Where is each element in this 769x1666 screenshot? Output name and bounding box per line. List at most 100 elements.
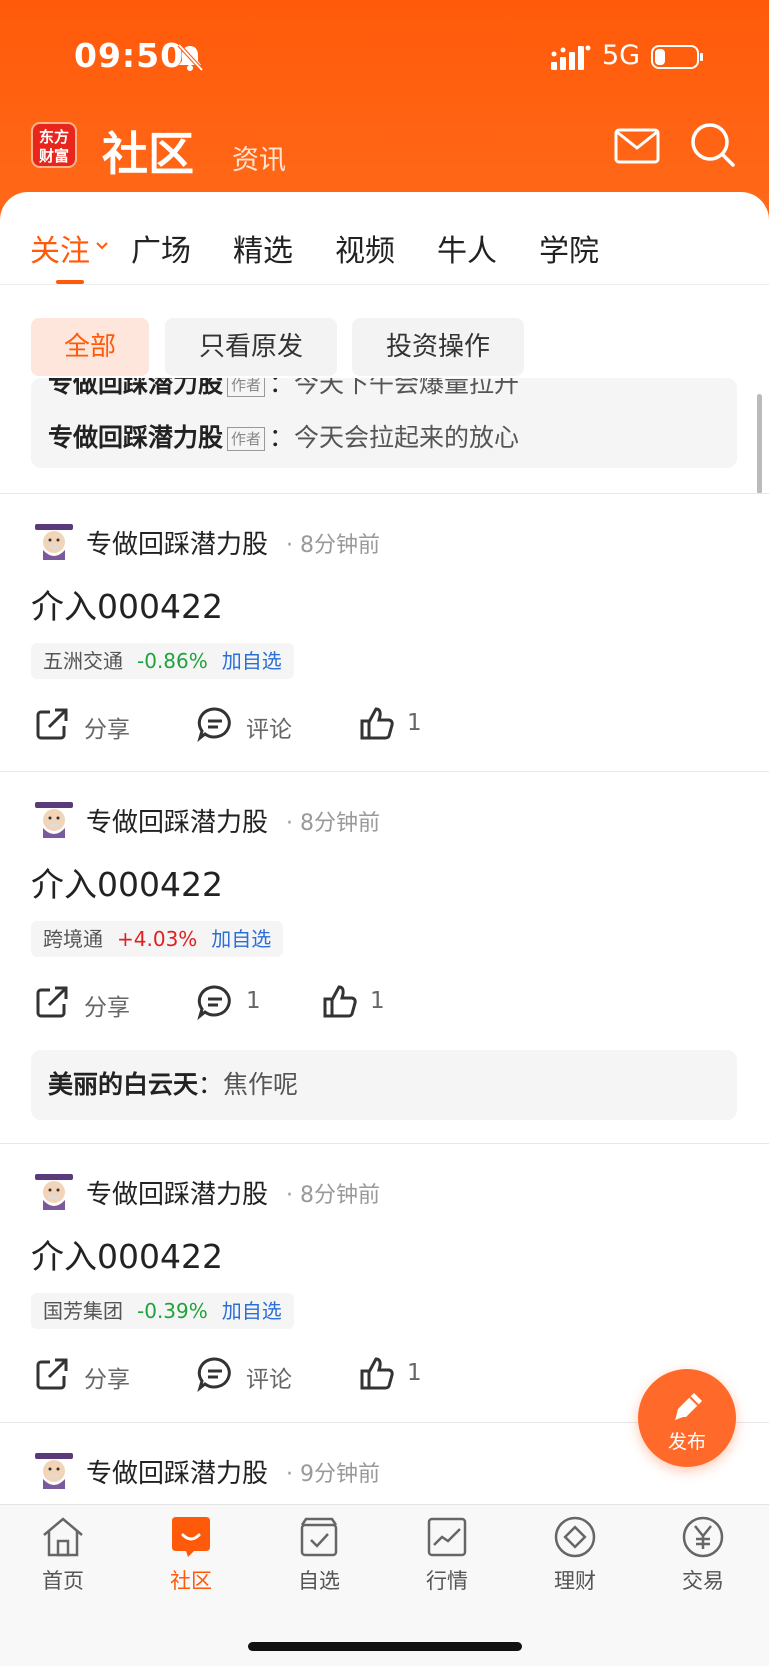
like-icon[interactable] (322, 984, 358, 1020)
post-author[interactable]: 专做回踩潜力股 (86, 524, 268, 561)
nav-watchlist-label: 自选 (298, 1569, 340, 1593)
post-time: · 8分钟前 (286, 533, 380, 558)
chevron-down-icon[interactable] (96, 242, 108, 250)
scrollbar[interactable] (757, 394, 762, 494)
search-icon[interactable] (690, 122, 736, 168)
share-button[interactable]: 分享 (84, 710, 130, 744)
nav-market[interactable]: 行情 (402, 1515, 492, 1595)
like-count[interactable]: 1 (407, 1360, 422, 1386)
post-time-value: 8分钟前 (300, 811, 380, 836)
share-icon[interactable] (34, 984, 70, 1020)
add-watchlist-link[interactable]: 加自选 (211, 927, 271, 951)
comment-icon[interactable] (197, 1356, 233, 1392)
post-author[interactable]: 专做回踩潜力股 (86, 802, 268, 839)
stock-name: 五洲交通 (43, 649, 123, 673)
author-tag: 作者 (227, 427, 266, 451)
avatar[interactable] (31, 798, 77, 838)
filter-all[interactable]: 全部 (31, 318, 149, 376)
tab-featured[interactable]: 精选 (233, 226, 293, 270)
news-link[interactable]: 资讯 (232, 138, 286, 177)
status-time: 09:50 (74, 36, 185, 75)
publish-button[interactable]: 发布 (638, 1369, 736, 1467)
post-author[interactable]: 专做回踩潜力股 (86, 1174, 268, 1211)
like-icon[interactable] (359, 1356, 395, 1392)
like-count[interactable]: 1 (370, 988, 385, 1014)
tab-square[interactable]: 广场 (131, 226, 191, 270)
add-watchlist-link[interactable]: 加自选 (222, 1299, 282, 1323)
nav-trade[interactable]: 交易 (658, 1515, 748, 1595)
publish-label: 发布 (667, 1431, 706, 1453)
nav-home[interactable]: 首页 (18, 1515, 108, 1595)
post-time: · 8分钟前 (286, 1183, 380, 1208)
comment-text: 今天会拉起来的放心 (294, 423, 520, 452)
filter-investment[interactable]: 投资操作 (352, 318, 524, 376)
mail-icon[interactable] (614, 126, 660, 166)
reply-preview[interactable]: 美丽的白云天：焦作呢 (31, 1050, 737, 1120)
stock-name: 跨境通 (43, 927, 103, 951)
market-icon (427, 1517, 467, 1557)
comment-author: 专做回踩潜力股 (48, 423, 224, 452)
post-time-value: 8分钟前 (300, 1183, 380, 1208)
stock-tag[interactable]: 跨境通 +4.03% 加自选 (31, 921, 284, 957)
like-count[interactable]: 1 (407, 710, 422, 736)
comment-preview[interactable]: 专做回踩潜力股 作者 ：今天下午会爆量拉升 专做回踩潜力股 作者 ：今天会拉起来的放心 (31, 378, 737, 468)
post-title[interactable]: 介入000422 (31, 858, 223, 906)
status-bar: 09:50 5G (0, 0, 769, 110)
comment-icon[interactable] (197, 984, 233, 1020)
home-indicator[interactable] (248, 1642, 522, 1651)
share-button[interactable]: 分享 (84, 1360, 130, 1394)
network-type: 5G (602, 40, 641, 71)
post-time: · 9分钟前 (286, 1462, 380, 1487)
stock-change: -0.86% (137, 649, 208, 673)
post-time-value: 8分钟前 (300, 533, 380, 558)
battery-icon (651, 45, 703, 69)
avatar[interactable] (31, 1170, 77, 1210)
nav-community-label: 社区 (170, 1569, 212, 1593)
page-title: 社区 (102, 127, 194, 181)
trade-icon (682, 1516, 724, 1558)
post-title[interactable]: 介入000422 (31, 1230, 223, 1278)
add-watchlist-link[interactable]: 加自选 (222, 649, 282, 673)
avatar[interactable] (31, 1449, 77, 1489)
tab-active-indicator (56, 280, 84, 284)
tab-video[interactable]: 视频 (335, 226, 395, 270)
comment-line-partial: 专做回踩潜力股 作者 ：今天下午会爆量拉升 (48, 378, 519, 400)
reply-user: 美丽的白云天 (48, 1070, 199, 1099)
share-icon[interactable] (34, 706, 70, 742)
divider (0, 493, 769, 494)
author-tag: 作者 (227, 378, 266, 397)
app-logo: 东方财富 (31, 122, 77, 168)
nav-home-label: 首页 (42, 1569, 84, 1593)
divider (0, 771, 769, 772)
like-icon[interactable] (359, 706, 395, 742)
nav-market-label: 行情 (426, 1569, 468, 1593)
comment-button[interactable]: 评论 (246, 710, 292, 744)
avatar[interactable] (31, 520, 77, 560)
share-button[interactable]: 分享 (84, 988, 130, 1022)
stock-tag[interactable]: 五洲交通 -0.86% 加自选 (31, 643, 294, 679)
nav-trade-label: 交易 (682, 1569, 724, 1593)
filter-original[interactable]: 只看原发 (165, 318, 337, 376)
comment-count[interactable]: 1 (246, 988, 261, 1014)
pencil-icon (675, 1393, 702, 1420)
nav-community[interactable]: 社区 (146, 1515, 236, 1595)
stock-change: -0.39% (137, 1299, 208, 1323)
nav-watchlist[interactable]: 自选 (274, 1515, 364, 1595)
post-time-value: 9分钟前 (300, 1462, 380, 1487)
tab-following[interactable]: 关注 (30, 226, 90, 270)
stock-tag[interactable]: 国芳集团 -0.39% 加自选 (31, 1293, 294, 1329)
comment-button[interactable]: 评论 (246, 1360, 292, 1394)
tab-bar: 关注 广场 精选 视频 牛人 学院 (0, 192, 769, 285)
stock-name: 国芳集团 (43, 1299, 123, 1323)
filter-bar: 全部 只看原发 投资操作 (0, 318, 769, 376)
tab-academy[interactable]: 学院 (539, 226, 599, 270)
nav-wealth[interactable]: 理财 (530, 1515, 620, 1595)
comment-icon[interactable] (197, 706, 233, 742)
wealth-icon (554, 1516, 596, 1558)
stock-change: +4.03% (117, 927, 198, 951)
post-author[interactable]: 专做回踩潜力股 (86, 1453, 268, 1490)
tab-experts[interactable]: 牛人 (437, 226, 497, 270)
share-icon[interactable] (34, 1356, 70, 1392)
post-title[interactable]: 介入000422 (31, 580, 223, 628)
post-time: · 8分钟前 (286, 811, 380, 836)
